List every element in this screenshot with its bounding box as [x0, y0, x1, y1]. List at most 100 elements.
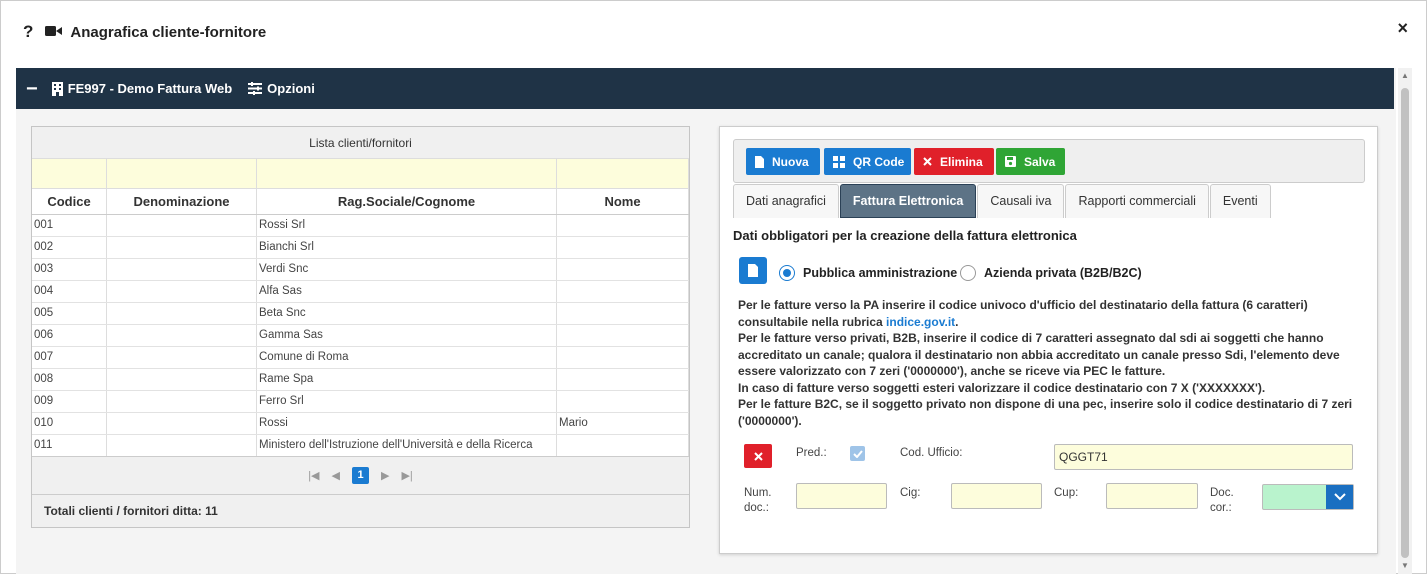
radio-azienda-privata[interactable]: Azienda privata (B2B/B2C) — [960, 265, 1142, 281]
info-period: . — [955, 314, 959, 329]
collapse-icon[interactable]: − — [26, 79, 38, 99]
tab-eventi[interactable]: Eventi — [1209, 184, 1271, 218]
help-icon[interactable]: ? — [23, 22, 33, 42]
cell-denominazione — [107, 303, 257, 324]
column-header-denominazione[interactable]: Denominazione — [107, 189, 257, 214]
num-doc-input[interactable] — [796, 483, 887, 509]
qr-code-button[interactable]: QR Code — [824, 148, 911, 175]
info-b2c-text: Per le fatture B2C, se il soggetto priva… — [738, 397, 1353, 428]
cell-nome — [557, 347, 689, 368]
tab-bar: Dati anagrafici Fattura Elettronica Caus… — [733, 184, 1272, 218]
modal-title: Anagrafica cliente-fornitore — [70, 23, 267, 41]
totals-label: Totali clienti / fornitori ditta: 11 — [32, 494, 689, 527]
table-row[interactable]: 004 Alfa Sas — [32, 281, 689, 303]
info-pa-text: Per le fatture verso la PA inserire il c… — [738, 298, 1308, 329]
cig-label: Cig: — [900, 487, 921, 499]
tab-rapporti-commerciali[interactable]: Rapporti commerciali — [1065, 184, 1209, 218]
table-row[interactable]: 011 Ministero dell'Istruzione dell'Univer… — [32, 435, 689, 457]
section-title: Dati obbligatori per la creazione della … — [733, 228, 1077, 243]
radio-dot-selected[interactable] — [779, 265, 795, 281]
tab-dati-anagrafici[interactable]: Dati anagrafici — [733, 184, 839, 218]
new-button-label: Nuova — [772, 154, 809, 169]
filter-denominazione[interactable] — [107, 159, 257, 188]
column-header-nome[interactable]: Nome — [557, 189, 689, 214]
tab-fattura-elettronica[interactable]: Fattura Elettronica — [839, 184, 977, 218]
cell-ragione-sociale: Gamma Sas — [257, 325, 557, 346]
table-row[interactable]: 006 Gamma Sas — [32, 325, 689, 347]
cell-denominazione — [107, 215, 257, 236]
cell-denominazione — [107, 237, 257, 258]
first-page-icon[interactable]: |◀ — [308, 469, 319, 482]
doc-cor-select[interactable] — [1262, 484, 1354, 510]
tab-causali-iva[interactable]: Causali iva — [977, 184, 1065, 218]
radio-b2b-label: Azienda privata (B2B/B2C) — [984, 266, 1142, 280]
cell-ragione-sociale: Rossi Srl — [257, 215, 557, 236]
cell-nome — [557, 325, 689, 346]
scroll-down-icon[interactable]: ▼ — [1401, 561, 1409, 570]
cell-denominazione — [107, 435, 257, 456]
cell-codice: 001 — [32, 215, 107, 236]
table-row[interactable]: 007 Comune di Roma — [32, 347, 689, 369]
cell-denominazione — [107, 347, 257, 368]
table-row[interactable]: 010 Rossi Mario — [32, 413, 689, 435]
last-page-icon[interactable]: ▶| — [401, 469, 412, 482]
pred-checkbox[interactable] — [850, 446, 865, 461]
detail-panel: Nuova QR Code Elimina Salva Dati anagraf… — [719, 126, 1378, 554]
pager: |◀ ◀ 1 ▶ ▶| — [32, 456, 689, 494]
column-header-codice[interactable]: Codice — [32, 189, 107, 214]
filter-codice[interactable] — [32, 159, 107, 188]
filter-nome[interactable] — [557, 159, 689, 188]
table-row[interactable]: 001 Rossi Srl — [32, 215, 689, 237]
indice-gov-link[interactable]: indice.gov.it — [886, 315, 955, 329]
cell-codice: 002 — [32, 237, 107, 258]
delete-button[interactable]: Elimina — [914, 148, 994, 175]
current-page[interactable]: 1 — [352, 467, 369, 484]
dropdown-toggle[interactable] — [1326, 485, 1353, 509]
num-doc-label-line1: Num. — [744, 487, 772, 499]
qr-code-button-label: QR Code — [853, 154, 905, 169]
company-toolbar: − FE997 - Demo Fattura Web Opzioni — [16, 68, 1394, 109]
company-selector[interactable]: FE997 - Demo Fattura Web — [51, 81, 232, 96]
table-row[interactable]: 002 Bianchi Srl — [32, 237, 689, 259]
table-row[interactable]: 003 Verdi Snc — [32, 259, 689, 281]
delete-button-label: Elimina — [940, 154, 983, 169]
chevron-down-icon — [1333, 493, 1346, 501]
cell-nome — [557, 303, 689, 324]
column-header-ragione-sociale[interactable]: Rag.Sociale/Cognome — [257, 189, 557, 214]
cod-ufficio-input[interactable]: QGGT71 — [1054, 444, 1353, 470]
cup-input[interactable] — [1106, 483, 1198, 509]
cell-ragione-sociale: Verdi Snc — [257, 259, 557, 280]
cell-ragione-sociale: Rossi — [257, 413, 557, 434]
doc-cor-label-line2: cor.: — [1210, 502, 1232, 514]
close-icon[interactable]: × — [1397, 18, 1408, 39]
table-row[interactable]: 008 Rame Spa — [32, 369, 689, 391]
filter-ragione-sociale[interactable] — [257, 159, 557, 188]
table-row[interactable]: 005 Beta Snc — [32, 303, 689, 325]
scrollbar-thumb[interactable] — [1401, 88, 1409, 558]
column-headers: Codice Denominazione Rag.Sociale/Cognome… — [32, 189, 689, 215]
save-button[interactable]: Salva — [996, 148, 1065, 175]
client-list-panel: Lista clienti/fornitori Codice Denominaz… — [31, 126, 690, 528]
cig-input[interactable] — [951, 483, 1042, 509]
next-page-icon[interactable]: ▶ — [381, 469, 389, 482]
cell-codice: 005 — [32, 303, 107, 324]
vertical-scrollbar[interactable]: ▲ ▼ — [1398, 68, 1412, 574]
table-row[interactable]: 009 Ferro Srl — [32, 391, 689, 413]
cell-denominazione — [107, 369, 257, 390]
prev-page-icon[interactable]: ◀ — [332, 469, 340, 482]
options-menu[interactable]: Opzioni — [248, 81, 315, 96]
radio-dot[interactable] — [960, 265, 976, 281]
cell-nome — [557, 281, 689, 302]
cell-denominazione — [107, 391, 257, 412]
document-button[interactable] — [739, 257, 767, 284]
cell-ragione-sociale: Bianchi Srl — [257, 237, 557, 258]
cell-codice: 010 — [32, 413, 107, 434]
cell-denominazione — [107, 325, 257, 346]
video-camera-icon[interactable] — [45, 25, 63, 40]
new-button[interactable]: Nuova — [746, 148, 820, 175]
radio-pubblica-amministrazione[interactable]: Pubblica amministrazione — [779, 265, 957, 281]
scroll-up-icon[interactable]: ▲ — [1401, 71, 1409, 80]
num-doc-label-line2: doc.: — [744, 502, 769, 514]
remove-row-button[interactable] — [744, 444, 772, 468]
info-b2b-text: Per le fatture verso privati, B2B, inser… — [738, 331, 1340, 378]
